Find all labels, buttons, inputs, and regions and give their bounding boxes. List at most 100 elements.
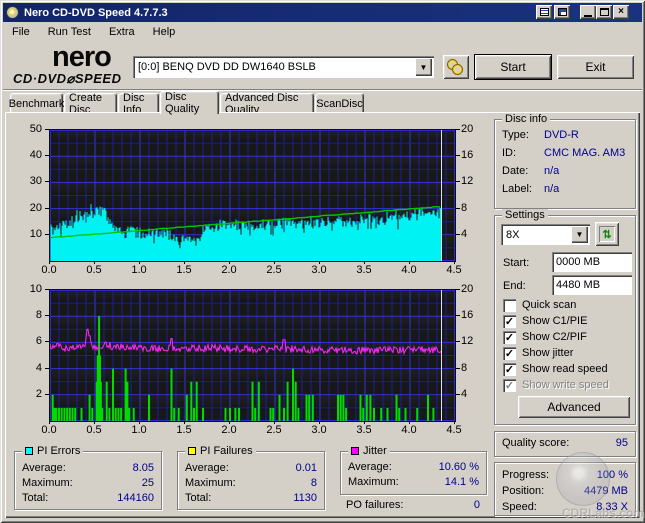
tick-mark — [184, 261, 185, 264]
title-bar[interactable]: Nero CD-DVD Speed 4.7.7.3 × — [3, 3, 642, 22]
end-mb-field[interactable]: 4480 MB — [552, 275, 632, 295]
chevron-down-icon[interactable]: ▼ — [571, 226, 588, 243]
tick-mark — [45, 289, 49, 290]
tick-mark — [319, 421, 320, 424]
stat-value: 8.05 — [132, 462, 154, 474]
stat-label: Average: — [22, 462, 66, 474]
x-axis-tick: 0.0 — [41, 264, 57, 276]
quality-score-label: Quality score: — [502, 437, 570, 449]
checkbox-show-c1-pie[interactable]: ✓ Show C1/PIE — [503, 314, 587, 328]
x-axis-tick: 4.0 — [401, 424, 417, 436]
stat-label: Total: — [22, 492, 49, 504]
x-axis-tick: 3.5 — [356, 264, 372, 276]
stat-label: Average: — [185, 462, 229, 474]
menu-run-test[interactable]: Run Test — [39, 24, 100, 40]
tick-mark — [319, 261, 320, 264]
watermark-disc — [556, 452, 610, 506]
disc-info-label: Type: — [502, 129, 529, 141]
start-mb-field[interactable]: 0000 MB — [552, 252, 632, 272]
po-failures-value: 0 — [473, 499, 480, 511]
menu-bar: File Run Test Extra Help — [3, 22, 642, 41]
speed-select[interactable]: 8X ▼ — [501, 224, 590, 245]
exit-button[interactable]: Exit — [557, 55, 634, 79]
close-button[interactable]: × — [613, 5, 629, 19]
checkbox-icon: ✓ — [503, 362, 516, 376]
checkbox-quick-scan[interactable]: Quick scan — [503, 298, 576, 312]
tab-advanced-disc-quality[interactable]: Advanced Disc Quality — [220, 92, 314, 116]
save-icon — [557, 8, 567, 16]
tick-mark — [364, 261, 365, 264]
stat-value: 14.1 % — [444, 476, 479, 488]
nero-logo: nero — [52, 41, 112, 73]
tab-disc-info[interactable]: Disc Info — [118, 92, 159, 116]
stat-value: 1130 — [293, 492, 317, 504]
po-failures-label: PO failures: — [346, 499, 404, 511]
window-title: Nero CD-DVD Speed 4.7.7.3 — [24, 6, 168, 19]
checkbox-icon: ✓ — [503, 330, 516, 344]
tick-mark — [409, 261, 410, 264]
tick-mark — [184, 421, 185, 424]
tick-mark — [456, 233, 460, 235]
menu-extra[interactable]: Extra — [100, 24, 144, 40]
tick-mark — [139, 261, 140, 264]
y-axis-right-tick: 16 — [461, 309, 474, 322]
watermark-text: CDRLabs.com — [561, 506, 644, 520]
tab-benchmark[interactable]: Benchmark — [9, 93, 64, 113]
y-axis-left-tick: 10 — [29, 227, 42, 240]
tab-create-disc[interactable]: Create Disc — [64, 92, 117, 116]
save-button[interactable] — [554, 5, 570, 19]
x-axis-tick: 0.0 — [41, 424, 57, 436]
tick-mark — [454, 261, 455, 264]
tick-mark — [274, 261, 275, 264]
pi-errors-panel: PI Errors Average: 8.05 Maximum: 25 Total:… — [14, 445, 162, 510]
y-axis-right-tick: 8 — [461, 361, 468, 374]
y-axis-left-tick: 8 — [35, 309, 42, 322]
stat-label: Average: — [348, 461, 392, 473]
report-button[interactable] — [536, 5, 552, 19]
x-axis-tick: 0.5 — [86, 424, 102, 436]
tab-disc-quality[interactable]: Disc Quality — [160, 91, 219, 115]
y-axis-right-tick: 20 — [461, 123, 474, 135]
checkbox-show-read-speed[interactable]: ✓ Show read speed — [503, 362, 608, 376]
disc-info-value: n/a — [544, 183, 560, 195]
pi-errors-panel-title: PI Errors — [22, 445, 84, 457]
tab-scandisc[interactable]: ScanDisc — [315, 93, 364, 113]
stat-value: 10.60 % — [438, 461, 479, 473]
jitter-panel: Jitter Average: 10.60 % Maximum: 14.1 % — [340, 445, 487, 495]
jitter-panel-title: Jitter — [348, 445, 390, 457]
nero-discs-button[interactable] — [443, 55, 469, 79]
advanced-button[interactable]: Advanced — [518, 396, 630, 418]
quality-score-value: 95 — [615, 437, 628, 449]
y-axis-left-tick: 30 — [29, 175, 42, 188]
disc-info-label: Date: — [502, 165, 529, 177]
tick-mark — [45, 181, 49, 183]
tick-mark — [45, 315, 49, 317]
drive-select[interactable]: [0:0] BENQ DVD DD DW1640 BSLB ▼ — [133, 56, 434, 78]
maximize-button[interactable] — [596, 5, 612, 19]
disc-info-title: Disc info — [502, 113, 551, 125]
checkbox-show-jitter[interactable]: ✓ Show jitter — [503, 346, 573, 360]
refresh-button[interactable]: ⇅ — [595, 222, 619, 246]
chevron-down-icon[interactable]: ▼ — [415, 58, 432, 76]
checkbox-icon: ✓ — [503, 314, 516, 328]
checkbox-show-c2-pif[interactable]: ✓ Show C2/PIF — [503, 330, 587, 344]
tick-mark — [456, 393, 460, 395]
pi-errors-chart — [49, 129, 456, 262]
y-axis-right-tick: 8 — [461, 201, 468, 214]
menu-help[interactable]: Help — [144, 24, 185, 40]
position-label: Position: — [502, 485, 545, 497]
y-axis-left-tick: 40 — [29, 149, 42, 162]
minimize-button[interactable] — [580, 5, 596, 19]
y-axis-right-tick: 12 — [461, 175, 474, 188]
start-button[interactable]: Start — [474, 54, 552, 80]
menu-file[interactable]: File — [3, 24, 39, 40]
x-axis-tick: 1.5 — [176, 424, 192, 436]
tick-mark — [456, 129, 460, 130]
y-axis-left-tick: 20 — [29, 201, 42, 214]
tick-mark — [49, 421, 50, 424]
x-axis-tick: 1.5 — [176, 264, 192, 276]
chart-canvas — [50, 130, 455, 261]
report-icon — [539, 8, 549, 16]
tick-mark — [456, 367, 460, 369]
tick-mark — [409, 421, 410, 424]
